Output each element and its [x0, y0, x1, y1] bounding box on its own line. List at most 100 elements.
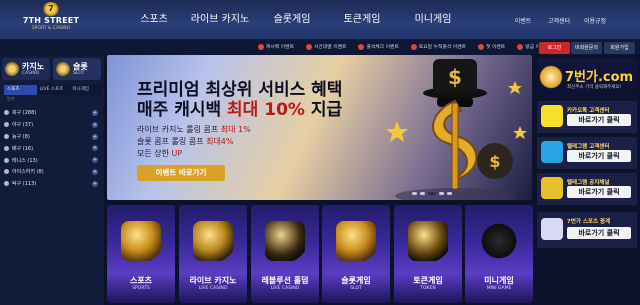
- carousel-dot[interactable]: [412, 192, 417, 195]
- casino-label: 카지노: [22, 61, 45, 71]
- tile-live-casino[interactable]: 라이브 카지노 LIVE CASINO: [179, 205, 247, 303]
- promo-banner[interactable]: 프리미엄 최상위 서비스 혜택 매주 캐시백 최대 10% 지급 라이브 카지노…: [107, 55, 532, 200]
- trophy-ball-icon: [121, 221, 161, 261]
- top-navbar: 7 7TH STREET SPORT & CASINO 스포츠 라이브 카지노 …: [0, 0, 640, 39]
- site-logo[interactable]: 7 7TH STREET SPORT & CASINO: [22, 2, 80, 37]
- tennis-ball-icon: [4, 157, 9, 163]
- nav-support[interactable]: 고객센터: [541, 16, 577, 25]
- basketball-icon: [4, 133, 9, 139]
- nav-slot[interactable]: 슬롯게임: [258, 13, 326, 27]
- sport-subtabs: 인기: [4, 95, 102, 103]
- telegram-icon: [541, 141, 563, 163]
- subtab-popular[interactable]: 인기: [4, 95, 37, 103]
- volleyball-icon: [4, 145, 9, 151]
- playing-cards-icon: [265, 221, 305, 261]
- casino-chip-icon: [5, 62, 19, 76]
- event-dot-icon: [410, 43, 417, 50]
- casino-sublabel: CASINO: [22, 70, 40, 76]
- svg-text:$: $: [448, 65, 462, 89]
- sub-nav: 이벤트 고객센터 이용규정: [505, 16, 613, 25]
- category-casino[interactable]: 카지노 CASINO: [2, 58, 50, 80]
- box-action-button[interactable]: 바로가기 클릭: [567, 227, 631, 239]
- box-action-button[interactable]: 바로가기 클릭: [567, 150, 631, 162]
- box-title: 텔레그램 고객센터: [567, 144, 610, 150]
- sport-item-hockey[interactable]: 아이스하키 (8) +: [4, 166, 102, 178]
- nav-live-casino[interactable]: 라이브 카지노: [182, 13, 258, 27]
- tile-subtitle: LIVE CASINO: [198, 286, 228, 291]
- nav-event[interactable]: 이벤트: [505, 16, 541, 25]
- sport-item-basketball[interactable]: 농구 (8) +: [4, 131, 102, 143]
- tile-revolution-holdem[interactable]: 레볼루션 홀덤 LIVE CASINO: [251, 205, 319, 303]
- box-action-button[interactable]: 바로가기 클릭: [567, 186, 631, 198]
- box-title: 카카오톡 고객센터: [567, 108, 610, 114]
- nav-mini-game[interactable]: 미니게임: [398, 13, 468, 27]
- tile-mini-game[interactable]: 미니게임 MINI GAME: [465, 205, 533, 303]
- event-dot-icon: [478, 43, 485, 50]
- box-title: 7번가 스포츠 중계: [567, 219, 611, 225]
- expand-icon: +: [92, 157, 98, 164]
- tile-title: 레볼루션 홀덤: [261, 276, 309, 285]
- tile-subtitle: MINI GAME: [486, 286, 512, 291]
- event-dot-icon: [306, 43, 313, 50]
- tile-slot[interactable]: 슬롯게임 SLOT: [322, 205, 390, 303]
- subtab[interactable]: [37, 95, 70, 103]
- login-button[interactable]: 로그인: [539, 42, 570, 54]
- event-link[interactable]: 캐시백 이벤트: [258, 43, 294, 50]
- signup-button[interactable]: 회원가입: [604, 42, 635, 54]
- banner-detail-1: 라이브 카지노 롤링 콤프 최대 1%: [137, 125, 251, 134]
- tile-subtitle: TOKEN: [420, 286, 436, 291]
- sport-list: 축구 (288) + 야구 (37) + 농구 (8) + 배구 (16) + 테니스 …: [4, 107, 102, 190]
- gamepad-icon: [479, 221, 519, 261]
- event-link[interactable]: 출석체크 이벤트: [358, 43, 399, 50]
- event-link[interactable]: 시간대별 이벤트: [306, 43, 346, 50]
- megaphone-icon: [541, 177, 563, 199]
- tile-subtitle: SLOT: [350, 286, 362, 291]
- casino-chips-icon: [193, 221, 233, 261]
- event-link[interactable]: 토요일 누적출석 이벤트: [410, 43, 466, 50]
- expand-icon: +: [92, 121, 98, 128]
- carousel-dot[interactable]: [447, 192, 452, 195]
- sports-stream-box[interactable]: 7번가 스포츠 중계 바로가기 클릭: [537, 212, 637, 248]
- tile-sports[interactable]: 스포츠 SPORTS: [107, 205, 175, 303]
- tab-mini-game[interactable]: 미니게임: [69, 85, 102, 95]
- guest-inquiry-button[interactable]: 비회원문의: [571, 42, 602, 54]
- kakao-support-box[interactable]: 카카오톡 고객센터 바로가기 클릭: [537, 101, 637, 133]
- event-links: 캐시백 이벤트 시간대별 이벤트 출석체크 이벤트 토요일 누적출석 이벤트 첫…: [258, 43, 561, 50]
- slot-777-icon: [336, 221, 376, 261]
- domain-text: 7번가.com: [565, 70, 634, 85]
- nav-rules[interactable]: 이용규정: [577, 16, 613, 25]
- carousel-dot[interactable]: [439, 192, 444, 195]
- carousel-dots: [412, 192, 452, 195]
- tile-token[interactable]: 토큰게임 TOKEN: [394, 205, 462, 303]
- telegram-support-box[interactable]: 텔레그램 고객센터 바로가기 클릭: [537, 137, 637, 169]
- sport-item-tabletennis[interactable]: 탁구 (113) +: [4, 178, 102, 190]
- logo-emblem-icon: 7: [43, 2, 59, 16]
- expand-icon: +: [92, 110, 98, 116]
- carousel-dot-active[interactable]: [428, 192, 436, 195]
- sport-item-baseball[interactable]: 야구 (37) +: [4, 119, 102, 131]
- telegram-channel-box[interactable]: 텔레그램 공지채널 바로가기 클릭: [537, 173, 637, 205]
- event-dot-icon: [517, 43, 524, 50]
- category-slot[interactable]: 슬롯 SLOT: [53, 58, 101, 80]
- sport-item-volleyball[interactable]: 배구 (16) +: [4, 142, 102, 154]
- tile-subtitle: SPORTS: [132, 286, 150, 291]
- carousel-dot[interactable]: [420, 192, 425, 195]
- nav-token[interactable]: 토큰게임: [326, 13, 398, 27]
- sport-item-tennis[interactable]: 테니스 (13) +: [4, 154, 102, 166]
- tab-live-sports[interactable]: LIVE 스포츠: [37, 85, 70, 95]
- event-link[interactable]: 첫 이벤트: [478, 43, 505, 50]
- domain-promo[interactable]: 7번가.com 최신주소 기억 클릭해주세요!: [537, 58, 637, 98]
- banner-subheadline: 매주 캐시백 최대 10% 지급: [137, 100, 343, 120]
- event-cta-button[interactable]: 이벤트 바로가기: [137, 165, 225, 181]
- soccer-ball-icon: [4, 110, 9, 116]
- sport-item-soccer[interactable]: 축구 (288) +: [4, 107, 102, 119]
- box-action-button[interactable]: 바로가기 클릭: [567, 114, 631, 126]
- banner-detail-3: 모든 상한 UP: [137, 149, 183, 158]
- subtab[interactable]: [69, 95, 102, 103]
- event-dot-icon: [258, 43, 264, 50]
- tab-sports[interactable]: 스포츠: [4, 85, 37, 95]
- nav-sports[interactable]: 스포츠: [126, 13, 182, 27]
- tile-title: 라이브 카지노: [189, 276, 237, 285]
- sidebar: 카지노 CASINO 슬롯 SLOT 스포츠 LIVE 스포츠 미니게임 인기 축구…: [0, 55, 104, 305]
- expand-icon: +: [92, 168, 98, 175]
